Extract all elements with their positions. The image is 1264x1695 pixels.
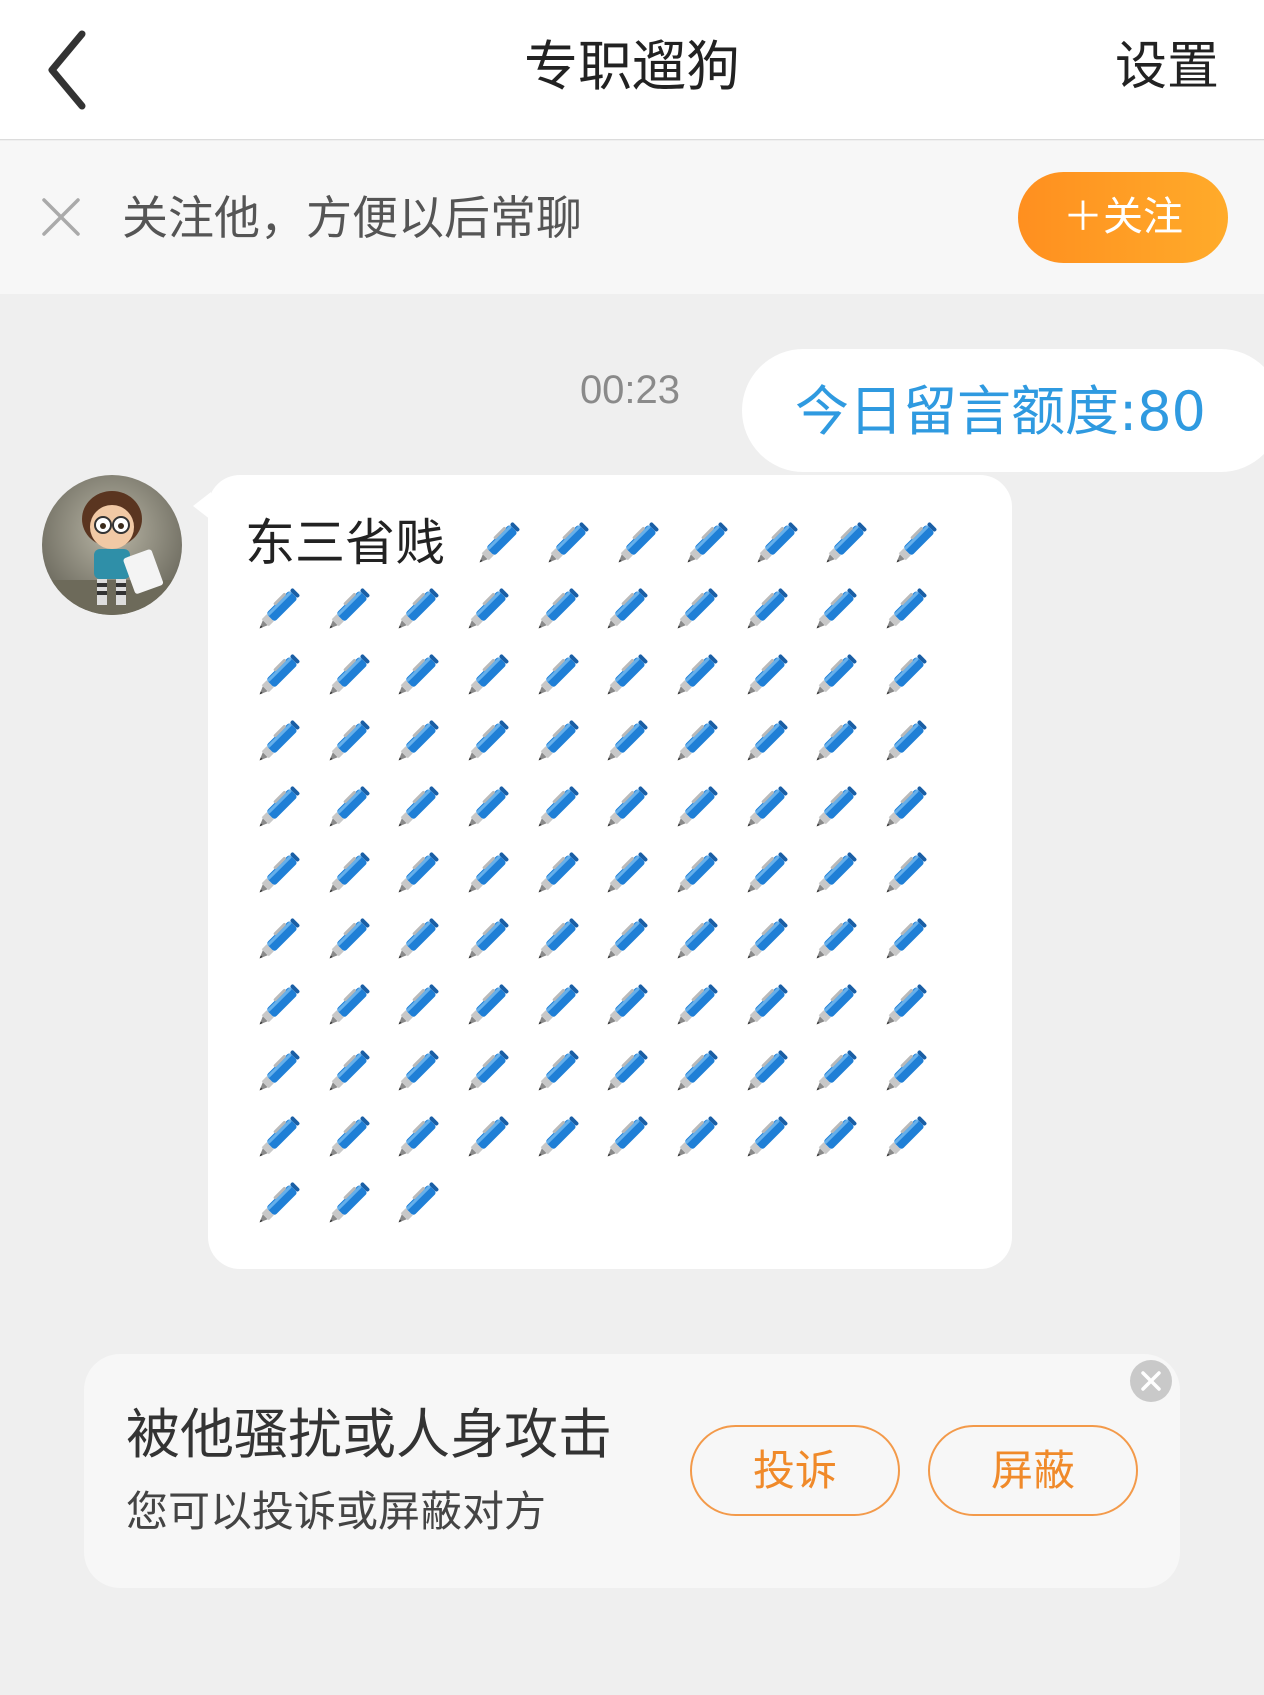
- message-timestamp: 00:23: [579, 368, 681, 412]
- top-nav-bar: 专职遛狗 设置: [0, 0, 1264, 140]
- avatar-image: [42, 475, 182, 615]
- dismiss-follow-button[interactable]: [40, 196, 82, 238]
- close-icon: [1141, 1371, 1161, 1391]
- quota-message: 今日留言额度:80: [795, 380, 1206, 443]
- report-card-title: 被他骚扰或人身攻击: [126, 1403, 612, 1466]
- close-icon: [42, 198, 80, 236]
- chat-screen: 专职遛狗 设置 关注他，方便以后常聊 ＋关注 00:23 今日留言额度:80 东…: [0, 0, 1264, 1695]
- report-card-subtitle: 您可以投诉或屏蔽对方: [126, 1487, 547, 1536]
- chevron-left-icon: [48, 30, 86, 110]
- dismiss-report-card-button[interactable]: [1130, 1360, 1172, 1402]
- page-title: 专职遛狗: [524, 35, 740, 98]
- follow-prompt: 关注他，方便以后常聊: [122, 191, 582, 245]
- message-text: 东三省贱: [245, 514, 445, 572]
- back-button[interactable]: [30, 20, 110, 120]
- complain-button[interactable]: 投诉: [690, 1425, 900, 1516]
- avatar[interactable]: [42, 475, 182, 615]
- incoming-message-bubble[interactable]: [208, 475, 1012, 1269]
- follow-button[interactable]: ＋关注: [1018, 172, 1228, 263]
- block-button[interactable]: 屏蔽: [928, 1425, 1138, 1516]
- settings-button[interactable]: 设置: [1115, 0, 1219, 140]
